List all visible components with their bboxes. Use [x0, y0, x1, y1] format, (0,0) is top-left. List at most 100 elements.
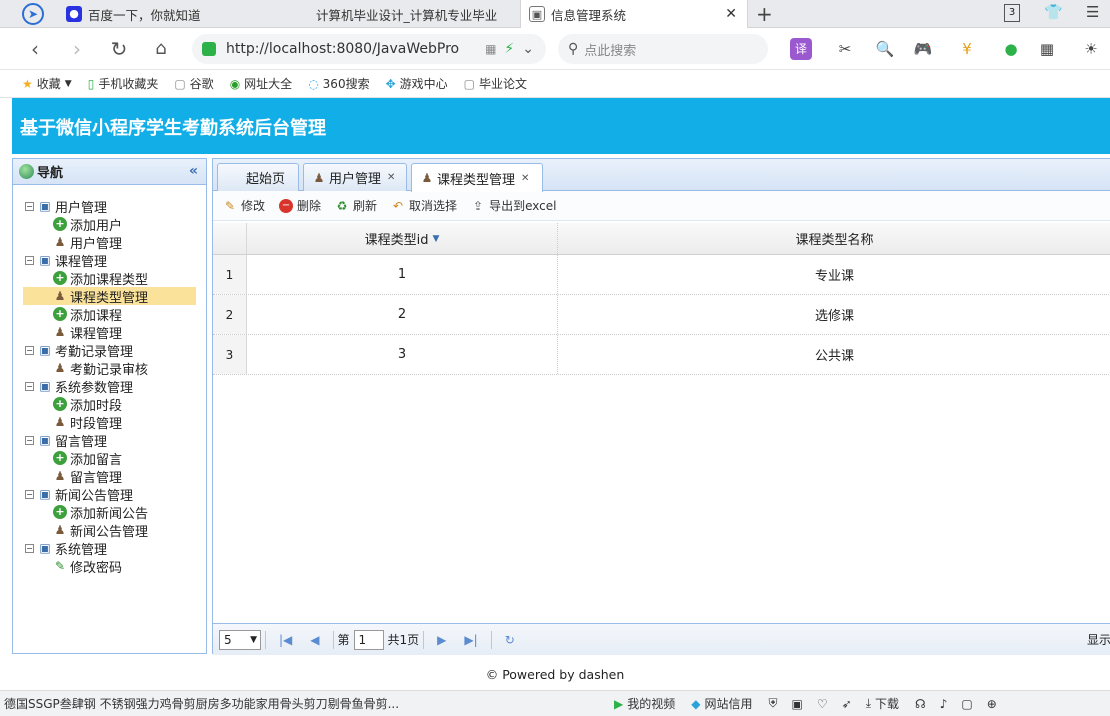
cell-course-type-name[interactable]: 选修课 [558, 295, 1110, 334]
cell-course-type-id[interactable]: 2 [247, 295, 558, 334]
bolt-icon[interactable]: ⚡ [504, 41, 514, 57]
cell-course-type-name[interactable]: 专业课 [558, 255, 1110, 294]
tree-group[interactable]: − ▣ 系统管理 [25, 539, 107, 558]
translate-icon[interactable]: 译 [790, 38, 812, 60]
gamepad-icon[interactable]: 🎮 [912, 38, 934, 60]
extension-icon[interactable]: ● [1000, 38, 1022, 60]
tab-start-page[interactable]: 起始页 [217, 163, 299, 191]
rocket-icon[interactable]: ➶ [842, 697, 852, 711]
scissors-icon[interactable]: ✂ [834, 38, 856, 60]
window-icon[interactable]: ▢ [961, 697, 972, 711]
bookmark-mobile[interactable]: ▯ 手机收藏夹 [88, 75, 159, 92]
qr-icon[interactable]: ▦ [485, 42, 496, 56]
tree-item[interactable]: ✎ 修改密码 [53, 557, 122, 576]
bookmark-thesis[interactable]: ▢ 毕业论文 [464, 75, 527, 92]
apps-grid-icon[interactable]: ▦ [1036, 38, 1058, 60]
site-credit-button[interactable]: ◆ 网站信用 [691, 695, 752, 712]
first-page-icon[interactable]: |◀ [279, 633, 292, 647]
tree-item[interactable]: ♟ 课程管理 [53, 323, 122, 342]
zoom-icon[interactable]: ⊕ [987, 697, 997, 711]
close-icon[interactable]: ✕ [521, 173, 529, 184]
next-page-icon[interactable]: ▶ [437, 633, 446, 647]
bookmark-google[interactable]: ▢ 谷歌 [174, 75, 213, 92]
cell-course-type-id[interactable]: 1 [247, 255, 558, 294]
collapse-toggle-icon[interactable]: − [25, 345, 34, 355]
wallet-icon[interactable]: ¥ [956, 38, 978, 60]
column-header-id[interactable]: 课程类型id ▼ [247, 223, 558, 254]
collapse-toggle-icon[interactable]: − [25, 381, 34, 391]
tree-group[interactable]: − ▣ 新闻公告管理 [25, 485, 133, 504]
collapse-icon[interactable]: « [189, 163, 198, 179]
bookmark-sites[interactable]: ◉ 网址大全 [230, 75, 293, 92]
deselect-button[interactable]: ↶ 取消选择 [391, 197, 457, 214]
collapse-toggle-icon[interactable]: − [25, 435, 34, 445]
chevron-down-icon[interactable]: ⌄ [522, 41, 534, 57]
bookmark-favorites[interactable]: ★ 收藏 ▼ [22, 75, 72, 92]
refresh-page-icon[interactable]: ↻ [505, 633, 515, 647]
refresh-button[interactable]: ♻ 刷新 [335, 197, 377, 214]
column-header-name[interactable]: 课程类型名称 [558, 223, 1110, 254]
table-row[interactable]: 3 3 公共课 [213, 335, 1110, 375]
collapse-toggle-icon[interactable]: − [25, 255, 34, 265]
tree-group[interactable]: − ▣ 课程管理 [25, 251, 107, 270]
tree-group[interactable]: − ▣ 用户管理 [25, 197, 107, 216]
magnifier-icon[interactable]: 🔍 [874, 38, 896, 60]
tree-group[interactable]: − ▣ 留言管理 [25, 431, 107, 450]
collapse-toggle-icon[interactable]: − [25, 543, 34, 553]
tree-item[interactable]: ♟ 考勤记录审核 [53, 359, 148, 378]
tree-item[interactable]: + 添加时段 [53, 395, 122, 414]
shield-icon[interactable]: ⛨ [769, 696, 778, 711]
prev-page-icon[interactable]: ◀ [310, 633, 319, 647]
address-bar[interactable]: http://localhost:8080/JavaWebPro ▦ ⚡ ⌄ [192, 34, 546, 64]
close-icon[interactable]: ✕ [387, 172, 395, 183]
tree-item[interactable]: ♟ 时段管理 [53, 413, 122, 432]
status-ad-text[interactable]: 德国SSGP叁肆钢 不锈钢强力鸡骨剪厨房多功能家用骨头剪刀剔骨鱼骨剪... [4, 695, 424, 712]
tree-item[interactable]: + 添加留言 [53, 449, 122, 468]
tab-user-management[interactable]: ♟ 用户管理 ✕ [303, 163, 407, 191]
page-number-input[interactable]: 1 [353, 629, 384, 650]
heart-icon[interactable]: ♡ [817, 697, 828, 711]
browser-tab-baidu[interactable]: ● 百度一下，你就知道 [58, 0, 283, 28]
tree-item[interactable]: ♟ 新闻公告管理 [53, 521, 148, 540]
search-box[interactable]: ⚲ 点此搜索 [558, 34, 768, 64]
tree-item[interactable]: + 添加课程类型 [53, 269, 148, 288]
reload-button[interactable]: ↻ [106, 36, 132, 62]
table-row[interactable]: 2 2 选修课 [213, 295, 1110, 335]
collapse-toggle-icon[interactable]: − [25, 489, 34, 499]
download-button[interactable]: ⤓ 下载 [866, 695, 899, 712]
tree-item[interactable]: + 添加课程 [53, 305, 122, 324]
home-button[interactable]: ⌂ [148, 36, 174, 62]
tree-group[interactable]: − ▣ 系统参数管理 [25, 377, 133, 396]
tab-course-type-management[interactable]: ♟ 课程类型管理 ✕ [411, 163, 543, 192]
browser-tab-active[interactable]: ▣ 信息管理系统 ✕ [520, 0, 748, 28]
last-page-icon[interactable]: ▶| [464, 633, 477, 647]
edit-button[interactable]: ✎ 修改 [223, 197, 265, 214]
cell-course-type-name[interactable]: 公共课 [558, 335, 1110, 374]
collapse-toggle-icon[interactable]: − [25, 201, 34, 211]
my-videos-button[interactable]: ▶ 我的视频 [614, 695, 675, 712]
forward-button[interactable]: › [64, 36, 90, 62]
table-row[interactable]: 1 1 专业课 [213, 255, 1110, 295]
bookmark-360search[interactable]: ◌ 360搜索 [308, 75, 369, 92]
page-size-select[interactable]: 5 ▼ [219, 629, 261, 650]
tree-item[interactable]: + 添加新闻公告 [53, 503, 148, 522]
back-history-icon[interactable]: ➤ [22, 3, 44, 25]
tree-item[interactable]: + 添加用户 [53, 215, 122, 234]
browser-tab-graduation[interactable]: 计算机毕业设计_计算机专业毕业 [286, 0, 516, 28]
delete-button[interactable]: − 删除 [279, 197, 321, 214]
export-excel-button[interactable]: ⇪ 导出到excel [471, 197, 556, 214]
headset-icon[interactable]: ☊ [915, 697, 926, 711]
audio-icon[interactable]: ♪ [940, 697, 948, 711]
tree-item[interactable]: ♟ 留言管理 [53, 467, 122, 486]
cell-course-type-id[interactable]: 3 [247, 335, 558, 374]
tree-item[interactable]: ♟ 用户管理 [53, 233, 122, 252]
tree-item[interactable]: ♟ 课程类型管理 [23, 287, 196, 306]
tree-group[interactable]: − ▣ 考勤记录管理 [25, 341, 133, 360]
shirt-icon[interactable]: 👕 [1044, 3, 1063, 21]
bookmark-games[interactable]: ✥ 游戏中心 [386, 75, 448, 92]
back-button[interactable]: ‹ [22, 36, 48, 62]
brightness-icon[interactable]: ☀ [1080, 38, 1102, 60]
close-tab-icon[interactable]: ✕ [725, 6, 737, 22]
new-tab-button[interactable]: + [756, 2, 773, 26]
menu-icon[interactable]: ☰ [1086, 3, 1099, 21]
